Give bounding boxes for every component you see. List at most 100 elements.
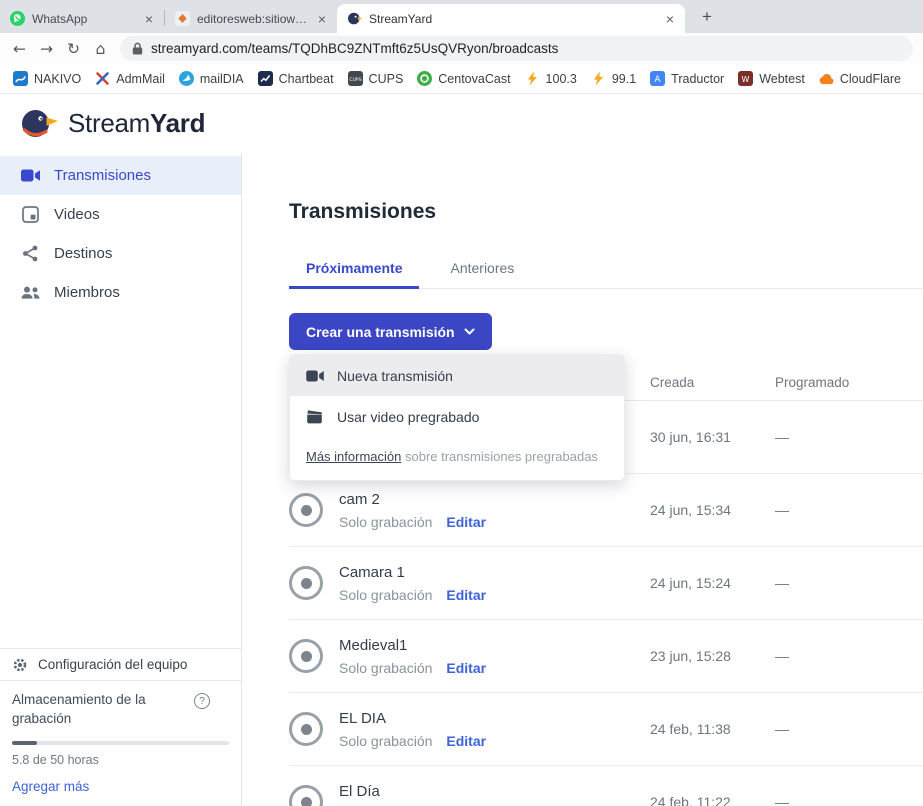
menu-item-label: Nueva transmisión — [337, 368, 453, 384]
bookmark-label: 100.3 — [546, 72, 577, 86]
nakivo-favicon — [13, 71, 28, 86]
close-icon[interactable]: × — [315, 12, 329, 26]
streamyard-favicon — [347, 11, 362, 26]
menu-item-nueva-transmision[interactable]: Nueva transmisión — [290, 355, 624, 396]
recording-icon — [289, 493, 323, 527]
recording-icon — [289, 566, 323, 600]
column-created: Creada — [650, 375, 775, 390]
close-icon[interactable]: × — [142, 12, 156, 26]
svg-text:A: A — [655, 75, 662, 85]
edit-link[interactable]: Editar — [446, 514, 486, 530]
table-row[interactable]: Medieval1 Solo grabaciónEditar 23 jun, 1… — [289, 620, 923, 693]
browser-tab-whatsapp[interactable]: WhatsApp × — [0, 4, 164, 33]
menu-item-label: Usar video pregrabado — [337, 409, 479, 425]
new-tab-button[interactable]: + — [694, 4, 720, 30]
team-settings-button[interactable]: Configuración del equipo — [0, 648, 241, 681]
tab-anteriores[interactable]: Anteriores — [433, 258, 531, 289]
edit-link[interactable]: Editar — [446, 733, 486, 749]
cloudflare-favicon — [819, 71, 834, 86]
page-title: Transmisiones — [289, 200, 923, 224]
bookmark-cups[interactable]: CUPSCUPS — [341, 68, 411, 89]
browser-tab-eldia[interactable]: editoresweb:sitioweb:eldia.co × — [165, 4, 337, 33]
bookmark-99-1[interactable]: 99.1 — [584, 68, 643, 89]
help-icon[interactable]: ? — [194, 693, 210, 709]
lightning-favicon — [525, 71, 540, 86]
recording-icon — [289, 785, 323, 806]
edit-link[interactable]: Editar — [446, 660, 486, 676]
mas-informacion-link[interactable]: Más información — [306, 449, 401, 464]
created-cell: 24 feb, 11:38 — [650, 721, 775, 737]
sidebar-item-label: Transmisiones — [54, 167, 151, 184]
table-row[interactable]: EL DIA Solo grabaciónEditar 24 feb, 11:3… — [289, 693, 923, 766]
url-text: streamyard.com/teams/TQDhBC9ZNTmft6z5UsQ… — [151, 41, 558, 56]
storage-title: Almacenamiento de la grabación — [12, 691, 184, 729]
bookmark-nakivo[interactable]: NAKIVO — [6, 68, 88, 89]
address-toolbar: ← → ↻ ⌂ streamyard.com/teams/TQDhBC9ZNTm… — [0, 33, 923, 64]
tab-separator — [164, 10, 165, 26]
created-cell: 30 jun, 16:31 — [650, 429, 775, 445]
bookmark-label: NAKIVO — [34, 72, 81, 86]
create-dropdown-menu: Nueva transmisión Usar video pregrabado … — [289, 354, 625, 481]
created-cell: 24 jun, 15:24 — [650, 575, 775, 591]
bookmark-admmail[interactable]: AdmMail — [88, 68, 172, 89]
bookmark-maildia[interactable]: mailDIA — [172, 68, 251, 89]
storage-section: Almacenamiento de la grabación ? 5.8 de … — [0, 681, 241, 806]
table-row[interactable]: cam 2 Solo grabaciónEditar 24 jun, 15:34… — [289, 474, 923, 547]
scheduled-cell: — — [775, 648, 923, 664]
create-broadcast-label: Crear una transmisión — [306, 324, 455, 340]
close-icon[interactable]: × — [663, 12, 677, 26]
centovacast-favicon — [417, 71, 432, 86]
home-icon[interactable]: ⌂ — [87, 40, 114, 58]
created-cell: 24 jun, 15:34 — [650, 502, 775, 518]
chartbeat-favicon — [258, 71, 273, 86]
tab-title: StreamYard — [369, 12, 656, 26]
bookmarks-bar: NAKIVO AdmMail mailDIA Chartbeat CUPSCUP… — [0, 64, 923, 94]
sidebar-item-transmisiones[interactable]: Transmisiones — [0, 156, 241, 195]
tab-proximamente[interactable]: Próximamente — [289, 258, 419, 289]
scheduled-cell: — — [775, 721, 923, 737]
video-camera-icon — [20, 169, 40, 182]
browser-tab-streamyard[interactable]: StreamYard × — [337, 4, 685, 33]
streamyard-logo[interactable]: StreamYard — [68, 108, 205, 139]
bookmark-cloudflare[interactable]: CloudFlare — [812, 68, 908, 89]
storage-progress-bar — [12, 741, 229, 745]
tab-title: editoresweb:sitioweb:eldia.co — [197, 12, 308, 26]
column-programado: Programado — [775, 375, 923, 390]
create-broadcast-button[interactable]: Crear una transmisión — [289, 313, 492, 350]
bookmark-centovacast[interactable]: CentovaCast — [410, 68, 517, 89]
bookmark-traductor[interactable]: ATraductor — [643, 68, 731, 89]
bookmark-label: mailDIA — [200, 72, 244, 86]
storage-usage-text: 5.8 de 50 horas — [12, 753, 229, 767]
table-row[interactable]: Camara 1 Solo grabaciónEditar 24 jun, 15… — [289, 547, 923, 620]
bookmark-chartbeat[interactable]: Chartbeat — [251, 68, 341, 89]
cups-favicon: CUPS — [348, 71, 363, 86]
reload-icon[interactable]: ↻ — [60, 40, 87, 58]
dropdown-info-text: Más información sobre transmisiones preg… — [290, 437, 624, 480]
tab-strip: WhatsApp × editoresweb:sitioweb:eldia.co… — [0, 0, 923, 33]
streamyard-header: StreamYard — [0, 94, 923, 152]
edit-link[interactable]: Editar — [446, 587, 486, 603]
bookmark-100-3[interactable]: 100.3 — [518, 68, 584, 89]
menu-item-video-pregrabado[interactable]: Usar video pregrabado — [290, 396, 624, 437]
recording-icon — [289, 639, 323, 673]
forward-icon[interactable]: → — [33, 40, 60, 58]
sidebar-item-label: Miembros — [54, 284, 120, 301]
bookmark-webtest[interactable]: WWebtest — [731, 68, 812, 89]
maildia-favicon — [179, 71, 194, 86]
url-domain: streamyard.com — [151, 41, 248, 56]
svg-text:CUPS: CUPS — [349, 77, 361, 83]
back-icon[interactable]: ← — [6, 40, 33, 58]
bookmark-label: Chartbeat — [279, 72, 334, 86]
sidebar-item-destinos[interactable]: Destinos — [0, 234, 241, 273]
add-more-link[interactable]: Agregar más — [12, 779, 89, 794]
table-row[interactable]: El Día Solo grabaciónEditar 24 feb, 11:2… — [289, 766, 923, 806]
address-bar[interactable]: streamyard.com/teams/TQDhBC9ZNTmft6z5UsQ… — [120, 36, 913, 61]
chevron-down-icon — [464, 328, 475, 335]
clapperboard-icon — [306, 409, 325, 424]
url-path: /teams/TQDhBC9ZNTmft6z5UsQVRyon/broadcas… — [248, 41, 559, 56]
sidebar-item-miembros[interactable]: Miembros — [0, 273, 241, 312]
lightning-favicon — [591, 71, 606, 86]
sidebar-item-videos[interactable]: Videos — [0, 195, 241, 234]
screen: WhatsApp × editoresweb:sitioweb:eldia.co… — [0, 0, 923, 806]
share-icon — [20, 245, 40, 262]
